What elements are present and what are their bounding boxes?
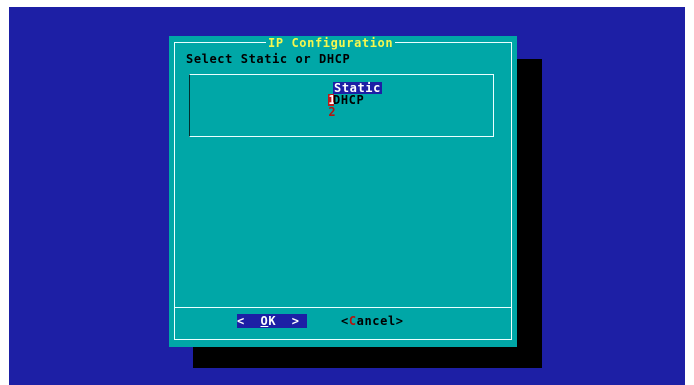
cancel-label-rest: ancel bbox=[356, 314, 396, 328]
bracket-left: < bbox=[341, 314, 349, 328]
dialog-title: IP Configuration bbox=[266, 36, 396, 50]
cancel-button[interactable]: <Cancel> bbox=[341, 314, 404, 328]
bracket-left: < bbox=[237, 314, 245, 328]
dialog-prompt: Select Static or DHCP bbox=[186, 52, 351, 66]
ok-button[interactable]: < OK > bbox=[237, 314, 307, 328]
cancel-hotkey: C bbox=[348, 314, 357, 328]
bracket-right: > bbox=[395, 314, 404, 328]
menu-item-label: DHCP bbox=[333, 93, 365, 107]
bracket-right: > bbox=[291, 314, 300, 328]
menu-item-dhcp[interactable]: 2 DHCP bbox=[297, 94, 363, 118]
menu-item-static[interactable]: 1 Static bbox=[297, 82, 382, 106]
ip-configuration-dialog: IP Configuration Select Static or DHCP 1… bbox=[169, 36, 517, 347]
menu-item-tag: 2 bbox=[328, 105, 337, 119]
ok-label-rest: K bbox=[268, 314, 277, 328]
button-separator bbox=[174, 307, 512, 308]
